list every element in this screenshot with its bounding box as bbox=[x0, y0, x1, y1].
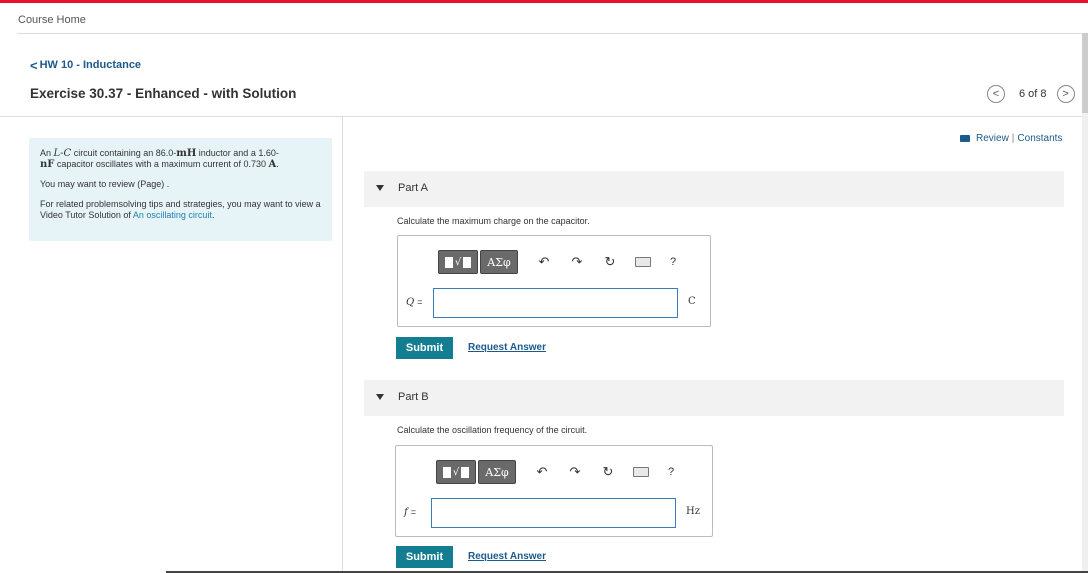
exercise-title: Exercise 30.37 - Enhanced - with Solutio… bbox=[30, 86, 297, 101]
redo-icon[interactable]: ↷ bbox=[568, 464, 582, 480]
template-square-icon bbox=[442, 466, 451, 478]
course-home-link[interactable]: Course Home bbox=[18, 14, 86, 26]
greek-symbols-button[interactable]: ΑΣφ bbox=[478, 460, 516, 484]
part-a-title: Part A bbox=[398, 182, 428, 194]
reset-icon[interactable]: ↻ bbox=[603, 254, 617, 270]
problem-text-part: capacitor oscillates with a maximum curr… bbox=[54, 159, 269, 169]
part-a-submit-button[interactable]: Submit bbox=[396, 337, 453, 359]
unit-label: C bbox=[688, 296, 696, 307]
equals-sign: = bbox=[410, 507, 416, 517]
radical-icon: √ bbox=[454, 256, 462, 268]
part-b-answer-box: √ ΑΣφ ↶ ↷ ↻ ? f = Hz bbox=[395, 445, 713, 537]
math-lc: L-C bbox=[53, 148, 72, 159]
part-b-question: Calculate the oscillation frequency of t… bbox=[397, 425, 588, 435]
keyboard-icon[interactable] bbox=[635, 257, 651, 267]
problem-statement: An L-C circuit containing an 86.0-mH ind… bbox=[29, 138, 332, 241]
page-scrollbar[interactable] bbox=[1082, 33, 1088, 573]
part-b-request-answer-link[interactable]: Request Answer bbox=[468, 551, 546, 562]
back-to-assignment-link[interactable]: < HW 10 - Inductance bbox=[30, 57, 142, 73]
part-b-header[interactable]: Part B bbox=[364, 380, 1064, 416]
part-a-answer-box: √ ΑΣφ ↶ ↷ ↻ ? Q = C bbox=[397, 235, 711, 327]
keyboard-icon[interactable] bbox=[633, 467, 649, 477]
part-a-answer-input[interactable] bbox=[433, 288, 678, 318]
templates-button[interactable]: √ bbox=[436, 460, 476, 484]
review-constants-links: Review | Constants bbox=[960, 133, 1062, 144]
math-toolbar: √ ΑΣφ ↶ ↷ ↻ ? bbox=[438, 250, 676, 274]
link-separator: | bbox=[1011, 133, 1015, 144]
problem-text-part: . bbox=[276, 159, 279, 169]
reset-icon[interactable]: ↻ bbox=[601, 464, 615, 480]
review-link[interactable]: Review bbox=[976, 133, 1009, 144]
part-a-header[interactable]: Part A bbox=[364, 171, 1064, 207]
item-pager: < 6 of 8 > bbox=[987, 85, 1075, 103]
variable-name: f bbox=[404, 507, 408, 518]
next-item-button[interactable]: > bbox=[1056, 85, 1075, 103]
template-square-icon bbox=[463, 256, 472, 268]
greek-symbols-button[interactable]: ΑΣφ bbox=[480, 250, 518, 274]
problem-text-part: An bbox=[40, 148, 54, 158]
variable-label: Q = bbox=[406, 297, 422, 308]
help-icon[interactable]: ? bbox=[670, 256, 676, 268]
part-a-question: Calculate the maximum charge on the capa… bbox=[397, 216, 590, 226]
template-square-icon bbox=[461, 466, 470, 478]
template-square-icon bbox=[444, 256, 453, 268]
triangle-down-icon[interactable] bbox=[376, 185, 384, 191]
chevron-left-icon: < bbox=[992, 88, 1000, 100]
tips-text-end: . bbox=[211, 210, 215, 220]
problem-text: An L-C circuit containing an 86.0-mH ind… bbox=[40, 148, 321, 170]
scrollbar-thumb[interactable] bbox=[1082, 33, 1088, 113]
part-a-request-answer-link[interactable]: Request Answer bbox=[468, 342, 546, 353]
assignment-title: HW 10 - Inductance bbox=[39, 59, 142, 71]
part-b-answer-input[interactable] bbox=[431, 498, 676, 528]
part-b-submit-button[interactable]: Submit bbox=[396, 546, 453, 568]
undo-icon[interactable]: ↶ bbox=[537, 254, 551, 270]
undo-icon[interactable]: ↶ bbox=[535, 464, 549, 480]
triangle-down-icon[interactable] bbox=[376, 394, 384, 400]
content-divider bbox=[0, 116, 1088, 117]
book-icon bbox=[960, 135, 970, 142]
radical-icon: √ bbox=[452, 466, 460, 478]
previous-item-button[interactable]: < bbox=[987, 85, 1005, 103]
item-count: 6 of 8 bbox=[1019, 88, 1047, 100]
column-divider bbox=[342, 117, 343, 573]
video-tutor-link[interactable]: An oscillating circuit bbox=[133, 210, 212, 220]
part-b-title: Part B bbox=[398, 391, 429, 403]
header-divider bbox=[17, 33, 1088, 34]
equals-sign: = bbox=[417, 297, 423, 307]
help-icon[interactable]: ? bbox=[668, 466, 674, 478]
tips-text: For related problemsolving tips and stra… bbox=[40, 199, 321, 221]
templates-button[interactable]: √ bbox=[438, 250, 478, 274]
chevron-left-icon: < bbox=[30, 57, 38, 73]
problem-text-part: inductor and a 1.60- bbox=[196, 148, 279, 158]
variable-label: f = bbox=[404, 507, 416, 518]
redo-icon[interactable]: ↷ bbox=[570, 254, 584, 270]
review-hint: You may want to review (Page) . bbox=[40, 179, 170, 189]
constants-link[interactable]: Constants bbox=[1017, 133, 1062, 144]
math-unit-mh: mH bbox=[176, 148, 197, 159]
top-accent-bar bbox=[0, 0, 1088, 3]
unit-label: Hz bbox=[686, 506, 700, 517]
chevron-right-icon: > bbox=[1062, 88, 1069, 100]
math-toolbar: √ ΑΣφ ↶ ↷ ↻ ? bbox=[436, 460, 674, 484]
math-unit-nf: nF bbox=[40, 159, 55, 170]
variable-name: Q bbox=[406, 297, 415, 308]
problem-text-part: circuit containing an 86.0- bbox=[71, 148, 177, 158]
